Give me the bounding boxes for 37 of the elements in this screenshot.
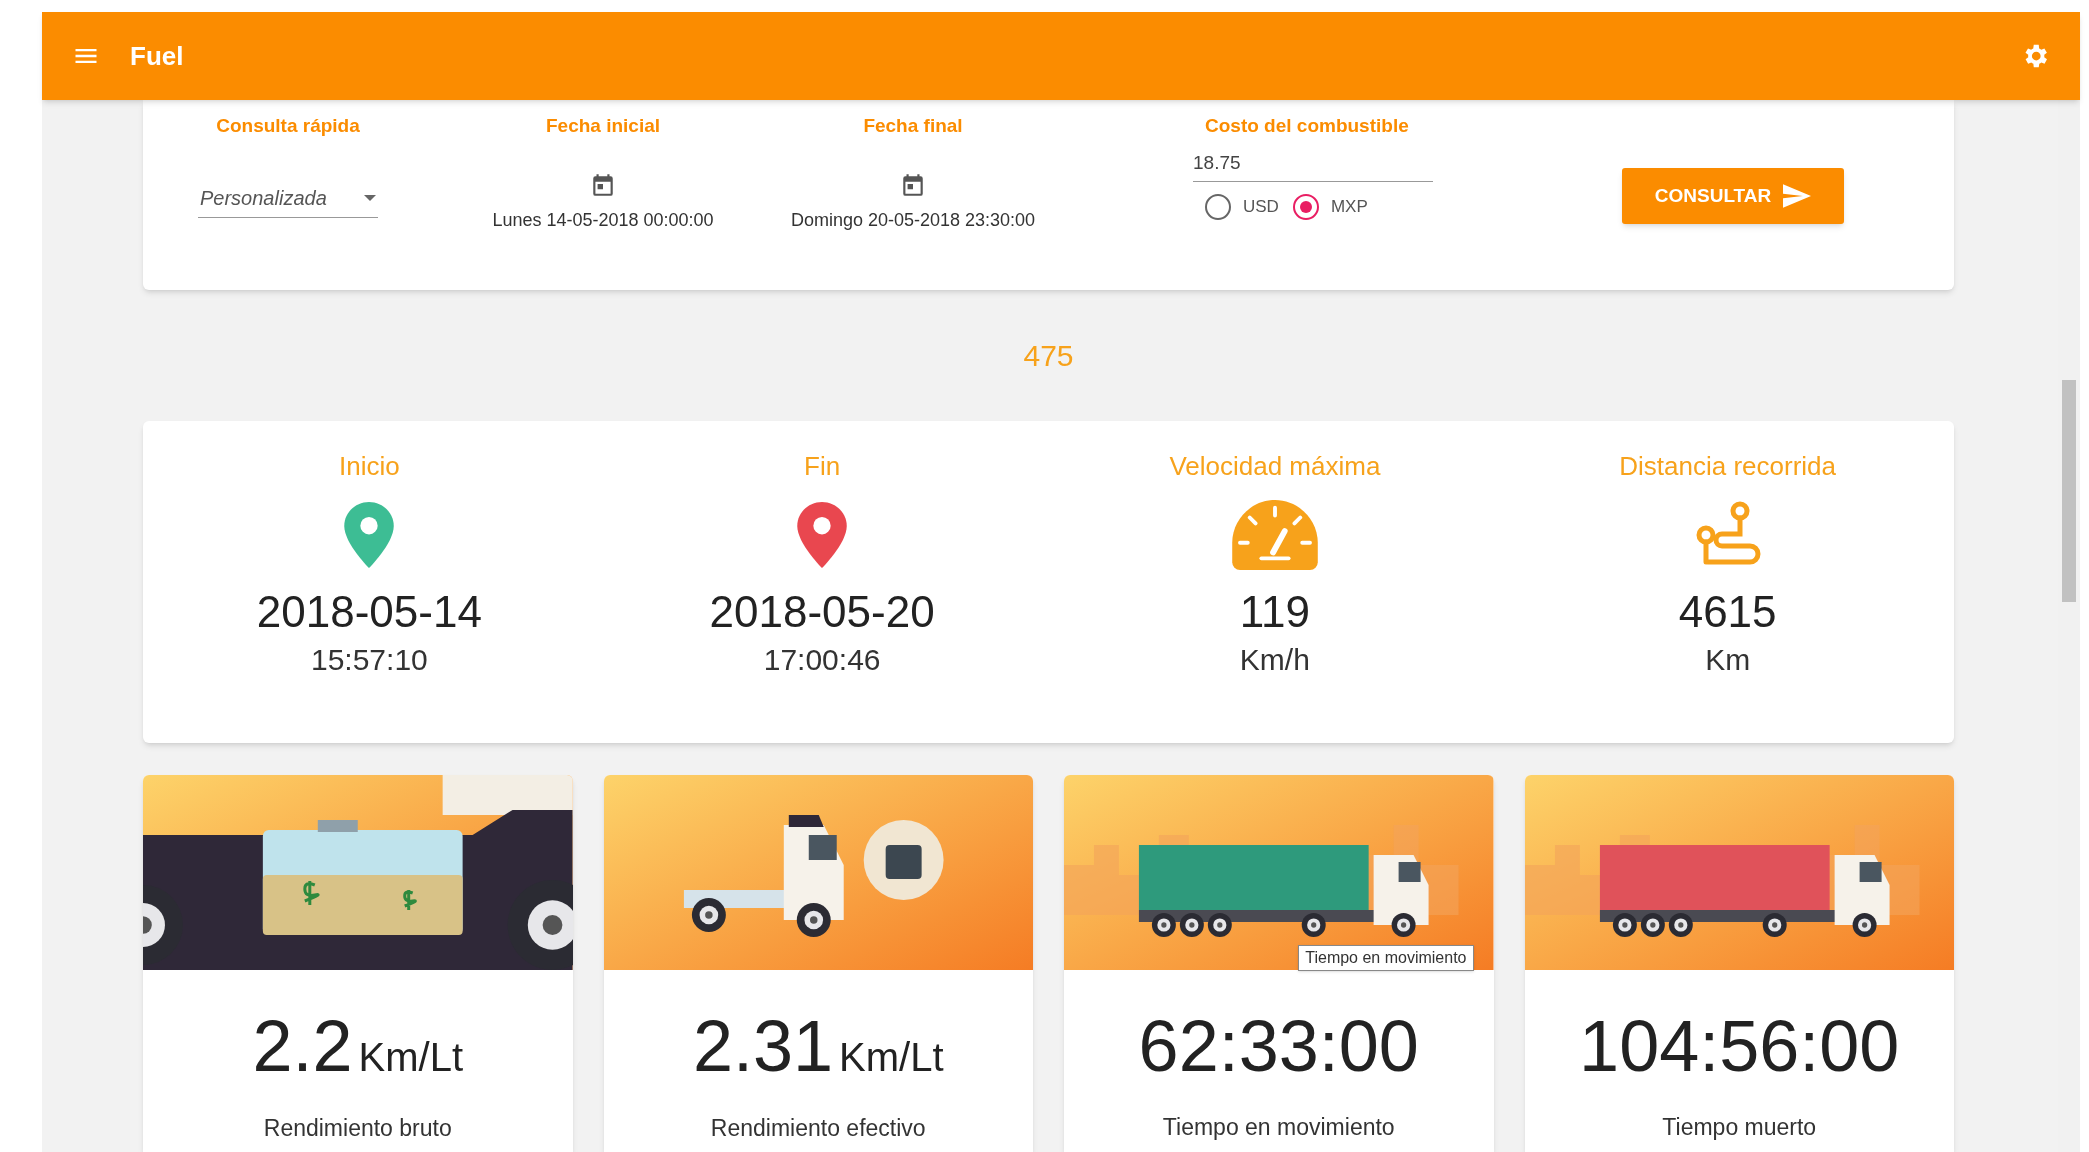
dropdown-caret-icon xyxy=(364,193,376,202)
summary-value: 4615 xyxy=(1678,586,1777,638)
metric-label: Tiempo muerto xyxy=(1661,1113,1818,1142)
field-label: Fecha inicial xyxy=(545,114,660,138)
summary-subvalue: 17:00:46 xyxy=(763,642,881,678)
summary-label: Fin xyxy=(804,450,841,483)
date-value: Domingo 20-05-2018 23:30:00 xyxy=(790,208,1036,232)
summary-label: Distancia recorrida xyxy=(1619,450,1836,483)
record-count: 475 xyxy=(1023,338,1074,374)
currency-radio[interactable]: USD xyxy=(1205,194,1279,220)
currency-radio[interactable]: MXP xyxy=(1292,194,1368,220)
metric-value: 62:33:00 xyxy=(1138,1006,1419,1086)
quick-query-select[interactable]: Personalizada xyxy=(198,182,378,218)
metric-label: Rendimiento efectivo xyxy=(709,1114,927,1143)
tooltip: Tiempo en movimiento xyxy=(1298,945,1474,971)
fuel-cost-input[interactable]: 18.75 xyxy=(1193,148,1433,182)
summary-value: 2018-05-14 xyxy=(256,586,482,638)
metric-label: Tiempo en movimiento xyxy=(1161,1113,1396,1142)
summary-label: Inicio xyxy=(339,450,400,483)
field-label: Consulta rápida xyxy=(216,114,360,138)
metric-unit: Km/Lt xyxy=(839,1034,944,1081)
field-label: Fecha final xyxy=(863,114,963,138)
summary-subvalue: Km/h xyxy=(1239,642,1310,678)
metric-value: 2.31 xyxy=(692,1006,834,1086)
metric-value: 2.2 xyxy=(252,1006,353,1086)
summary-label: Velocidad máxima xyxy=(1169,450,1381,483)
metric-value: 104:56:00 xyxy=(1579,1006,1900,1086)
app-title: Fuel xyxy=(130,39,184,73)
metric-label: Rendimiento bruto xyxy=(262,1114,453,1143)
send-icon xyxy=(1783,184,1812,208)
summary-value: 119 xyxy=(1239,586,1310,638)
summary-subvalue: 15:57:10 xyxy=(311,642,428,678)
summary-subvalue: Km xyxy=(1705,642,1751,678)
field-label: Costo del combustible xyxy=(1205,114,1410,138)
date-value: Lunes 14-05-2018 00:00:00 xyxy=(492,208,714,232)
metric-unit: Km/Lt xyxy=(358,1034,464,1081)
summary-value: 2018-05-20 xyxy=(709,586,935,638)
